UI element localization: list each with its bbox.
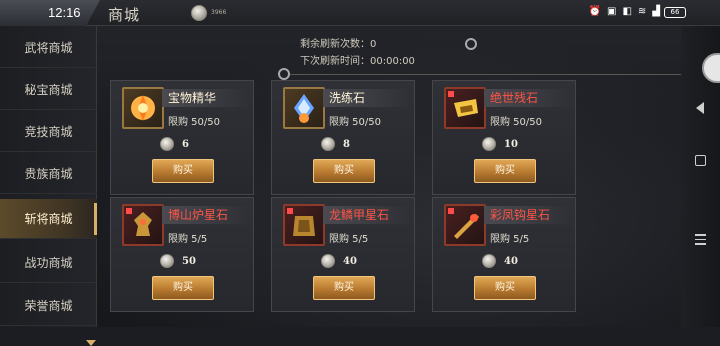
page-title: 商城	[108, 6, 141, 24]
sidebar-item-merit-shop[interactable]: 战功商城	[0, 243, 97, 283]
buy-button[interactable]: 购买	[313, 159, 375, 183]
alarm-icon: ⏰	[588, 6, 601, 17]
refine-stone-icon	[283, 87, 325, 129]
treasure-essence-icon	[122, 87, 164, 129]
top-bar: 12:16 商城 3966 ⏰ ▣ ◧ ≋ ▟ 66	[0, 0, 720, 26]
shop-sidebar: 武将商城 秘宝商城 竞技商城 贵族商城 斩将商城 战功商城 荣誉商城	[0, 26, 97, 346]
refresh-remaining-label: 剩余刷新次数：	[300, 39, 370, 50]
refresh-next-value: 00:00:00	[370, 56, 415, 67]
nfc-icon: ◧	[622, 6, 632, 17]
price-coin-icon	[160, 137, 174, 151]
sidebar-item-slayer-shop[interactable]: 斩将商城	[0, 199, 97, 239]
shop-item-card: 宝物精华 限购 50/50 6 购买	[110, 80, 254, 195]
buy-button[interactable]: 购买	[474, 276, 536, 300]
scroll-down-icon[interactable]	[86, 340, 96, 346]
item-price: 40	[343, 256, 357, 267]
home-icon[interactable]	[695, 155, 706, 166]
item-name: 洗练石	[323, 89, 409, 107]
price-coin-icon	[160, 254, 174, 268]
sidebar-item-treasure-shop[interactable]: 秘宝商城	[0, 70, 97, 110]
currency-coin-icon	[191, 5, 207, 21]
buy-button[interactable]: 购买	[152, 276, 214, 300]
shop-item-card: 龙鳞甲星石 限购 5/5 40 购买	[271, 197, 415, 312]
shop-item-card: 彩凤钩星石 限购 5/5 40 购买	[432, 197, 576, 312]
back-icon[interactable]	[696, 102, 704, 114]
menu-icon[interactable]	[695, 234, 706, 248]
buy-button[interactable]: 购买	[313, 276, 375, 300]
price-coin-icon	[482, 254, 496, 268]
price-coin-icon	[321, 137, 335, 151]
item-limit: 限购 5/5	[329, 234, 369, 245]
side-handle[interactable]	[702, 53, 720, 83]
sidebar-item-honor-shop[interactable]: 荣誉商城	[0, 286, 97, 326]
boshan-censer-star-stone-icon	[122, 204, 164, 246]
decor-ring	[465, 38, 477, 50]
system-nav-rail	[681, 26, 720, 327]
system-status-icons: ⏰ ▣ ◧ ≋ ▟	[589, 6, 660, 17]
dragon-scale-armor-star-stone-icon	[283, 204, 325, 246]
price-coin-icon	[482, 137, 496, 151]
clock: 12:16	[48, 5, 81, 20]
sidebar-item-noble-shop[interactable]: 贵族商城	[0, 154, 97, 194]
hd-icon: ▣	[607, 6, 617, 17]
item-name: 绝世残石	[484, 89, 570, 107]
item-name: 龙鳞甲星石	[323, 206, 409, 224]
shop-item-card: 绝世残石 限购 50/50 10 购买	[432, 80, 576, 195]
item-price: 10	[504, 139, 518, 150]
buy-button[interactable]: 购买	[152, 159, 214, 183]
currency-amount: 3966	[211, 9, 227, 16]
refresh-remaining-value: 0	[370, 39, 377, 50]
buy-button[interactable]: 购买	[474, 159, 536, 183]
sidebar-item-arena-shop[interactable]: 竞技商城	[0, 112, 97, 152]
item-limit: 限购 5/5	[168, 234, 208, 245]
phoenix-hook-star-stone-icon	[444, 204, 486, 246]
item-limit: 限购 50/50	[168, 117, 220, 128]
item-price: 8	[343, 139, 350, 150]
item-price: 6	[182, 139, 189, 150]
decor-ring	[278, 68, 290, 80]
item-name: 宝物精华	[162, 89, 248, 107]
battery-icon: 66	[664, 7, 686, 18]
item-price: 50	[182, 256, 196, 267]
item-limit: 限购 50/50	[329, 117, 381, 128]
item-price: 40	[504, 256, 518, 267]
item-limit: 限购 5/5	[490, 234, 530, 245]
item-limit: 限购 50/50	[490, 117, 542, 128]
sidebar-item-general-shop[interactable]: 武将商城	[0, 28, 97, 68]
item-name: 彩凤钩星石	[484, 206, 570, 224]
shop-item-card: 博山炉星石 限购 5/5 50 购买	[110, 197, 254, 312]
shop-item-card: 洗练石 限购 50/50 8 购买	[271, 80, 415, 195]
signal-icon: ▟	[652, 6, 660, 17]
price-coin-icon	[321, 254, 335, 268]
divider	[290, 74, 720, 75]
peerless-fragment-icon	[444, 87, 486, 129]
wifi-icon: ≋	[637, 6, 647, 17]
item-name: 博山炉星石	[162, 206, 248, 224]
refresh-info: 剩余刷新次数：0 下次刷新时间：00:00:00	[300, 36, 415, 70]
refresh-next-label: 下次刷新时间：	[300, 56, 370, 67]
